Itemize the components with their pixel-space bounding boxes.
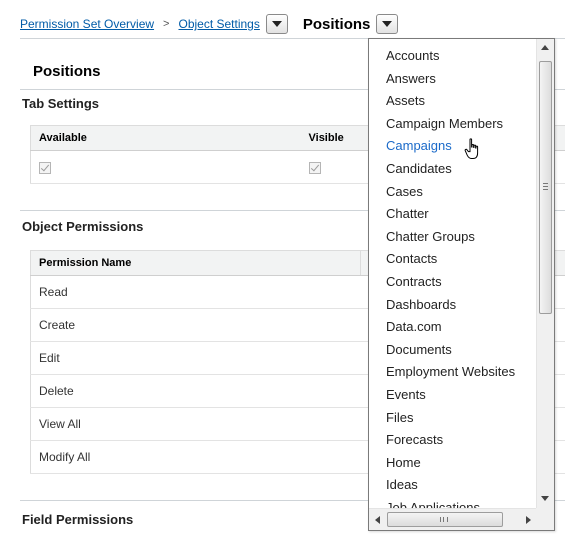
breadcrumb-overview-link[interactable]: Permission Set Overview bbox=[20, 17, 154, 31]
dropdown-option[interactable]: Accounts bbox=[369, 45, 537, 68]
breadcrumb-separator: > bbox=[163, 18, 170, 30]
available-checkbox[interactable] bbox=[39, 161, 51, 174]
chevron-down-icon bbox=[271, 21, 282, 27]
dropdown-option[interactable]: Assets bbox=[369, 90, 537, 113]
breadcrumb: Permission Set Overview > Object Setting… bbox=[20, 12, 399, 36]
dropdown-option[interactable]: Cases bbox=[369, 181, 537, 204]
scroll-up-arrow-icon[interactable] bbox=[541, 45, 549, 50]
object-settings-dropdown-button[interactable] bbox=[265, 14, 288, 34]
column-header-permission-name: Permission Name bbox=[30, 250, 361, 276]
dropdown-option[interactable]: Candidates bbox=[369, 158, 537, 181]
scroll-right-arrow-icon[interactable] bbox=[526, 516, 531, 524]
vertical-scrollbar[interactable] bbox=[536, 39, 554, 509]
dropdown-option[interactable]: Dashboards bbox=[369, 294, 537, 317]
chevron-down-icon bbox=[382, 21, 393, 27]
breadcrumb-current: Positions bbox=[302, 15, 371, 33]
positions-dropdown-button[interactable] bbox=[376, 14, 399, 34]
dropdown-option[interactable]: Chatter Groups bbox=[369, 226, 537, 249]
dropdown-option[interactable]: Contracts bbox=[369, 271, 537, 294]
scrollbar-corner bbox=[536, 508, 554, 530]
dropdown-option[interactable]: Forecasts bbox=[369, 429, 537, 452]
dropdown-options: Accounts Answers Assets Campaign Members Cam… bbox=[369, 39, 537, 509]
horizontal-scroll-thumb[interactable] bbox=[387, 512, 503, 527]
dropdown-option[interactable]: Documents bbox=[369, 339, 537, 362]
grip-icon bbox=[440, 517, 448, 522]
dropdown-option[interactable]: Answers bbox=[369, 68, 537, 91]
column-header-available: Available bbox=[30, 125, 301, 151]
scroll-down-arrow-icon[interactable] bbox=[541, 496, 549, 501]
dropdown-option[interactable]: Employment Websites bbox=[369, 361, 537, 384]
hand-cursor-icon bbox=[464, 138, 479, 159]
dropdown-option[interactable]: Events bbox=[369, 384, 537, 407]
dropdown-option[interactable]: Campaign Members bbox=[369, 113, 537, 136]
vertical-scroll-thumb[interactable] bbox=[539, 61, 552, 314]
permission-name-cell: View All bbox=[30, 407, 361, 441]
permission-name-cell: Delete bbox=[30, 374, 361, 408]
object-dropdown-list[interactable]: Accounts Answers Assets Campaign Members Cam… bbox=[368, 38, 555, 531]
permission-name-cell: Create bbox=[30, 308, 361, 342]
dropdown-option[interactable]: Campaigns bbox=[369, 135, 537, 158]
breadcrumb-object-settings-link[interactable]: Object Settings bbox=[178, 17, 259, 31]
dropdown-option[interactable]: Data.com bbox=[369, 316, 537, 339]
permission-name-cell: Read bbox=[30, 275, 361, 309]
dropdown-option[interactable]: Contacts bbox=[369, 248, 537, 271]
dropdown-option[interactable]: Ideas bbox=[369, 474, 537, 497]
horizontal-scrollbar[interactable] bbox=[369, 508, 537, 530]
scroll-left-arrow-icon[interactable] bbox=[375, 516, 380, 524]
permission-name-cell: Modify All bbox=[30, 440, 361, 474]
page-title: Positions bbox=[33, 63, 101, 80]
grip-icon bbox=[543, 183, 548, 190]
available-cell bbox=[30, 150, 301, 184]
dropdown-option[interactable]: Files bbox=[369, 407, 537, 430]
permission-name-cell: Edit bbox=[30, 341, 361, 375]
dropdown-option[interactable]: Chatter bbox=[369, 203, 537, 226]
dropdown-option[interactable]: Home bbox=[369, 452, 537, 475]
visible-checkbox[interactable] bbox=[308, 161, 321, 174]
